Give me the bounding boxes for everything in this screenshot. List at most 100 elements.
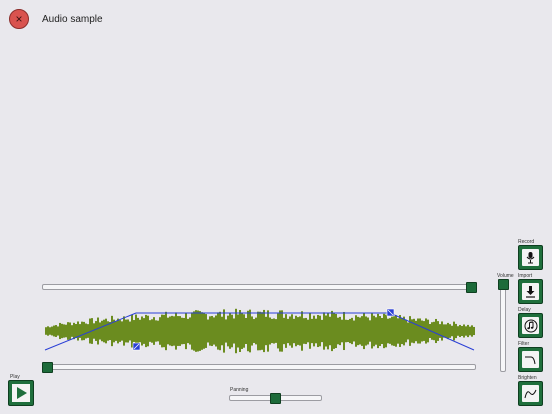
waveform-bar [253, 319, 255, 343]
waveform-bar [93, 323, 95, 339]
waveform-bar [61, 323, 63, 339]
waveform-bar [73, 322, 75, 340]
waveform-bar [65, 324, 67, 338]
waveform-bar [327, 312, 329, 350]
close-icon: × [15, 12, 23, 26]
end-trim-handle[interactable] [466, 282, 477, 293]
waveform-bar [351, 317, 353, 345]
waveform-bar [413, 318, 415, 344]
filter-curve-icon [525, 356, 536, 365]
waveform-bar [165, 311, 167, 351]
waveform-bar [95, 321, 97, 341]
waveform-bar [143, 318, 145, 344]
close-button[interactable]: × [9, 9, 29, 29]
waveform-bar [425, 318, 427, 344]
waveform-bar [213, 317, 215, 345]
volume-handle[interactable] [498, 279, 509, 290]
waveform-display[interactable] [40, 300, 500, 372]
waveform-bar [241, 313, 243, 349]
panning-label: Panning [230, 387, 249, 393]
waveform-bar [407, 322, 409, 340]
waveform-bar [453, 321, 455, 341]
waveform-bar [193, 311, 195, 351]
waveform-bar [235, 308, 237, 354]
waveform-bar [385, 314, 387, 348]
waveform-bar [109, 321, 111, 341]
waveform-bar [171, 315, 173, 347]
waveform-bar [287, 318, 289, 344]
waveform-bar [257, 311, 259, 351]
waveform-bar [339, 316, 341, 346]
waveform-bar [203, 313, 205, 349]
waveform-bar [401, 317, 403, 345]
waveform-bar [137, 317, 139, 345]
play-button[interactable] [8, 380, 34, 406]
waveform-bar [63, 324, 65, 338]
waveform-bar [145, 314, 147, 348]
waveform-bar [451, 325, 453, 337]
waveform-bar [393, 316, 395, 346]
waveform-bar [207, 319, 209, 343]
waveform-bar [307, 319, 309, 343]
waveform-bar [275, 319, 277, 343]
waveform-bar [313, 315, 315, 347]
brighten-button[interactable] [518, 381, 543, 406]
waveform-bar [153, 317, 155, 345]
waveform-bar [355, 315, 357, 347]
waveform-bar [329, 316, 331, 346]
waveform-bar [231, 314, 233, 348]
waveform-bar [301, 311, 303, 351]
waveform-bar [261, 312, 263, 350]
waveform-bar [459, 324, 461, 338]
waveform-bar [463, 324, 465, 338]
waveform-bar [281, 310, 283, 352]
waveform-bar [83, 321, 85, 341]
waveform-bar [181, 317, 183, 345]
waveform-bar [195, 310, 197, 352]
waveform-bar [343, 311, 345, 351]
waveform-bar [383, 313, 385, 349]
waveform-bars [45, 308, 475, 354]
play-icon [12, 384, 30, 402]
waveform-bar [131, 314, 133, 348]
waveform-bar [229, 313, 231, 349]
waveform-bar [345, 319, 347, 343]
waveform-bar [315, 318, 317, 344]
waveform-bar [331, 310, 333, 352]
waveform-bar [399, 315, 401, 347]
waveform-bar [325, 315, 327, 347]
waveform-bar [347, 319, 349, 343]
waveform-bar [161, 314, 163, 348]
waveform-bar [321, 319, 323, 343]
end-trim-slider[interactable] [42, 284, 476, 290]
waveform-bar [379, 315, 381, 347]
position-handle[interactable] [42, 362, 53, 373]
waveform-bar [205, 314, 207, 348]
waveform-bar [433, 321, 435, 341]
waveform-bar [473, 326, 475, 336]
panning-handle[interactable] [270, 393, 281, 404]
waveform-bar [311, 318, 313, 344]
waveform-bar [387, 318, 389, 344]
waveform-bar [409, 316, 411, 346]
brighten-curve-icon [524, 389, 537, 399]
position-slider[interactable] [42, 364, 476, 370]
waveform-bar [271, 318, 273, 344]
delay-button[interactable] [518, 313, 543, 338]
import-button[interactable] [518, 279, 543, 304]
waveform-bar [233, 318, 235, 344]
waveform-bar [323, 312, 325, 350]
volume-slider[interactable] [500, 280, 506, 372]
waveform-bar [167, 317, 169, 345]
waveform-bar [467, 324, 469, 338]
waveform-bar [437, 321, 439, 341]
waveform-bar [359, 317, 361, 345]
filter-button[interactable] [518, 347, 543, 372]
record-button[interactable] [518, 245, 543, 270]
waveform-bar [121, 321, 123, 341]
waveform-bar [101, 320, 103, 342]
waveform-bar [461, 326, 463, 336]
waveform-bar [51, 326, 53, 336]
waveform-bar [419, 318, 421, 344]
waveform-bar [299, 316, 301, 346]
